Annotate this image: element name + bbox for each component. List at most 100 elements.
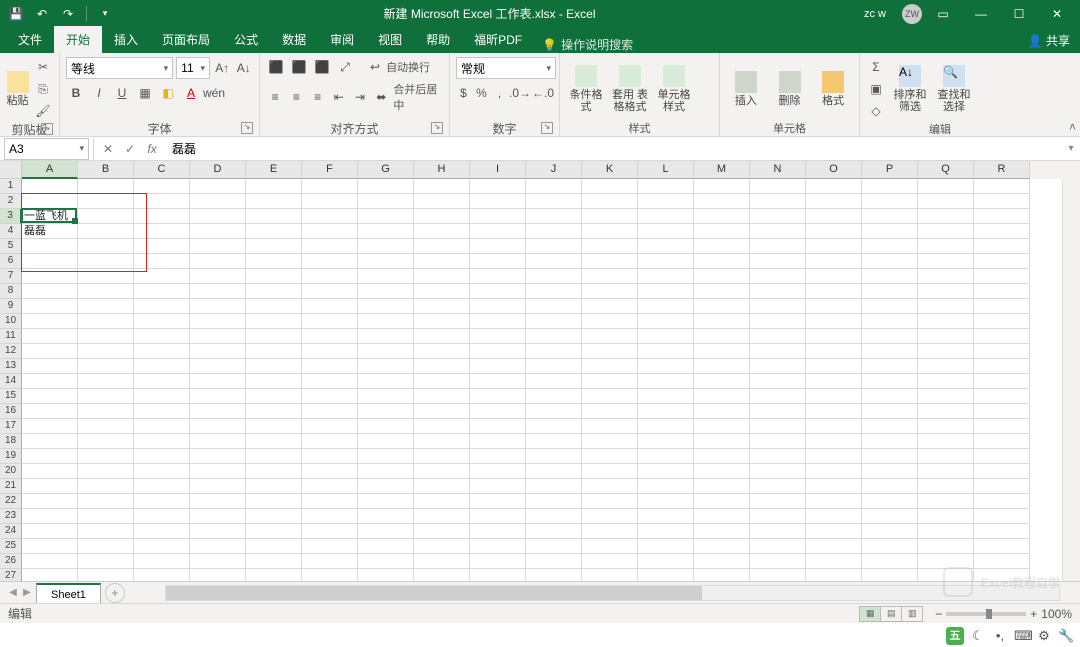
cell-K1[interactable]	[582, 179, 638, 194]
cell-Q25[interactable]	[918, 539, 974, 554]
cell-H17[interactable]	[414, 419, 470, 434]
format-as-table-button[interactable]: 套用 表格格式	[610, 65, 650, 113]
cell-G27[interactable]	[358, 569, 414, 581]
cell-N12[interactable]	[750, 344, 806, 359]
cell-H1[interactable]	[414, 179, 470, 194]
cell-D1[interactable]	[190, 179, 246, 194]
cell-J20[interactable]	[526, 464, 582, 479]
cell-F4[interactable]	[302, 224, 358, 239]
cell-A22[interactable]	[22, 494, 78, 509]
cell-D4[interactable]	[190, 224, 246, 239]
cell-L17[interactable]	[638, 419, 694, 434]
cell-Q1[interactable]	[918, 179, 974, 194]
cell-B6[interactable]	[78, 254, 134, 269]
cell-B15[interactable]	[78, 389, 134, 404]
cell-D13[interactable]	[190, 359, 246, 374]
cell-C10[interactable]	[134, 314, 190, 329]
cell-D10[interactable]	[190, 314, 246, 329]
cell-O3[interactable]	[806, 209, 862, 224]
cell-N16[interactable]	[750, 404, 806, 419]
row-header-1[interactable]: 1	[0, 179, 22, 194]
cell-C19[interactable]	[134, 449, 190, 464]
formula-input[interactable]: 磊磊	[166, 140, 1062, 157]
cell-H20[interactable]	[414, 464, 470, 479]
cell-I14[interactable]	[470, 374, 526, 389]
cell-I7[interactable]	[470, 269, 526, 284]
cell-D6[interactable]	[190, 254, 246, 269]
cell-F10[interactable]	[302, 314, 358, 329]
font-size-combo[interactable]: 11▾	[176, 57, 210, 79]
qat-customize-icon[interactable]: ▾	[95, 4, 115, 24]
cell-P3[interactable]	[862, 209, 918, 224]
cell-F19[interactable]	[302, 449, 358, 464]
cell-P1[interactable]	[862, 179, 918, 194]
tray-punct-icon[interactable]: •,	[992, 628, 1008, 644]
cell-C27[interactable]	[134, 569, 190, 581]
cell-C6[interactable]	[134, 254, 190, 269]
cell-Q3[interactable]	[918, 209, 974, 224]
cell-K24[interactable]	[582, 524, 638, 539]
save-icon[interactable]: 💾	[6, 4, 26, 24]
cell-H19[interactable]	[414, 449, 470, 464]
row-header-9[interactable]: 9	[0, 299, 22, 314]
cell-O15[interactable]	[806, 389, 862, 404]
cell-F11[interactable]	[302, 329, 358, 344]
col-header-C[interactable]: C	[134, 161, 190, 179]
cell-P23[interactable]	[862, 509, 918, 524]
cell-P4[interactable]	[862, 224, 918, 239]
cell-K22[interactable]	[582, 494, 638, 509]
cell-G8[interactable]	[358, 284, 414, 299]
cell-A24[interactable]	[22, 524, 78, 539]
cell-J27[interactable]	[526, 569, 582, 581]
cell-P12[interactable]	[862, 344, 918, 359]
cell-G1[interactable]	[358, 179, 414, 194]
cell-J18[interactable]	[526, 434, 582, 449]
cell-R11[interactable]	[974, 329, 1030, 344]
cell-R19[interactable]	[974, 449, 1030, 464]
cell-N14[interactable]	[750, 374, 806, 389]
row-header-20[interactable]: 20	[0, 464, 22, 479]
cell-G15[interactable]	[358, 389, 414, 404]
col-header-M[interactable]: M	[694, 161, 750, 179]
cell-M27[interactable]	[694, 569, 750, 581]
cell-F7[interactable]	[302, 269, 358, 284]
cell-B8[interactable]	[78, 284, 134, 299]
cell-K13[interactable]	[582, 359, 638, 374]
cell-M18[interactable]	[694, 434, 750, 449]
cell-H12[interactable]	[414, 344, 470, 359]
comma-icon[interactable]: ,	[492, 83, 507, 103]
cell-L26[interactable]	[638, 554, 694, 569]
cell-R3[interactable]	[974, 209, 1030, 224]
cell-R13[interactable]	[974, 359, 1030, 374]
cell-B7[interactable]	[78, 269, 134, 284]
cell-D9[interactable]	[190, 299, 246, 314]
cell-H24[interactable]	[414, 524, 470, 539]
cell-J2[interactable]	[526, 194, 582, 209]
cell-C4[interactable]	[134, 224, 190, 239]
cell-styles-button[interactable]: 单元格样式	[654, 65, 694, 113]
cell-A27[interactable]	[22, 569, 78, 581]
cell-P20[interactable]	[862, 464, 918, 479]
cell-C5[interactable]	[134, 239, 190, 254]
cell-Q14[interactable]	[918, 374, 974, 389]
cell-P16[interactable]	[862, 404, 918, 419]
cell-L20[interactable]	[638, 464, 694, 479]
row-header-13[interactable]: 13	[0, 359, 22, 374]
cell-F24[interactable]	[302, 524, 358, 539]
cell-E3[interactable]	[246, 209, 302, 224]
cell-H15[interactable]	[414, 389, 470, 404]
cell-A15[interactable]	[22, 389, 78, 404]
cell-E20[interactable]	[246, 464, 302, 479]
cell-G12[interactable]	[358, 344, 414, 359]
cell-E2[interactable]	[246, 194, 302, 209]
cell-G24[interactable]	[358, 524, 414, 539]
cut-icon[interactable]: ✂	[33, 57, 53, 77]
cell-I20[interactable]	[470, 464, 526, 479]
conditional-format-button[interactable]: 条件格式	[566, 65, 606, 113]
cell-B20[interactable]	[78, 464, 134, 479]
cell-C21[interactable]	[134, 479, 190, 494]
cell-M9[interactable]	[694, 299, 750, 314]
cell-L5[interactable]	[638, 239, 694, 254]
cell-D3[interactable]	[190, 209, 246, 224]
cell-G11[interactable]	[358, 329, 414, 344]
